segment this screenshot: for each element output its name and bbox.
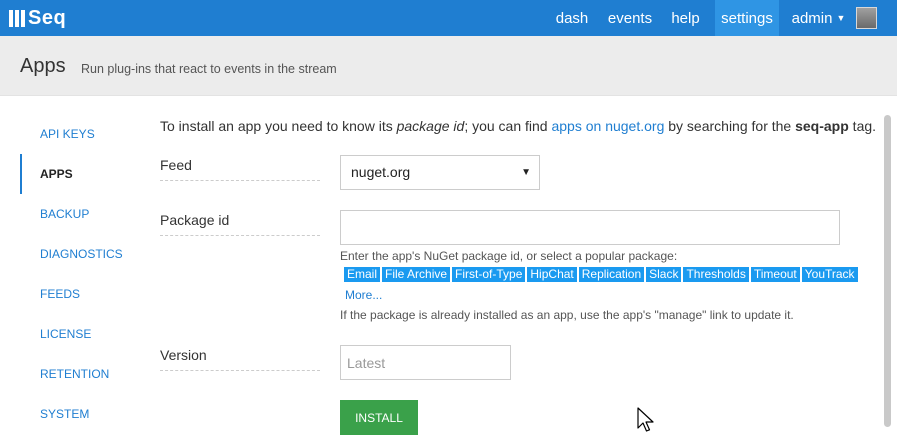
package-tag-hipchat[interactable]: HipChat: [527, 267, 577, 282]
version-label: Version: [160, 346, 320, 371]
intro-text-3: by searching for the: [664, 118, 796, 134]
nav-help[interactable]: help: [662, 0, 709, 36]
feed-label: Feed: [160, 156, 320, 181]
scrollbar[interactable]: [884, 115, 891, 427]
popular-packages: Email File Archive First-of-Type HipChat…: [344, 267, 858, 282]
package-tag-youtrack[interactable]: YouTrack: [801, 267, 858, 282]
nav-admin-menu[interactable]: admin ▼: [786, 0, 851, 36]
sidebar-item-license[interactable]: LICENSE: [20, 314, 140, 354]
avatar[interactable]: [856, 7, 877, 29]
logo-bars-icon: [9, 9, 25, 27]
install-instructions: To install an app you need to know its p…: [160, 117, 876, 135]
more-packages-link[interactable]: More...: [345, 288, 382, 303]
page-title: Apps: [20, 55, 66, 77]
seq-logo[interactable]: Seq: [9, 7, 66, 29]
page-subtitle: Run plug-ins that react to events in the…: [81, 62, 337, 76]
admin-label: admin: [791, 10, 833, 27]
page-header: Apps Run plug-ins that react to events i…: [0, 36, 897, 96]
mouse-cursor-icon: [637, 407, 654, 432]
package-tag-email[interactable]: Email: [344, 267, 381, 282]
package-tag-slack[interactable]: Slack: [646, 267, 682, 282]
package-tag-first-of-type[interactable]: First-of-Type: [452, 267, 526, 282]
caret-down-icon: ▼: [836, 13, 846, 23]
sidebar-item-feeds[interactable]: FEEDS: [20, 274, 140, 314]
nav-events[interactable]: events: [600, 0, 660, 36]
intro-emphasis: package id: [396, 118, 465, 134]
package-tag-replication[interactable]: Replication: [578, 267, 645, 282]
installed-package-note: If the package is already installed as a…: [340, 308, 794, 322]
intro-text-2: ; you can find: [464, 118, 552, 134]
nuget-apps-link[interactable]: apps on nuget.org: [551, 118, 664, 134]
sidebar-item-api-keys[interactable]: API KEYS: [20, 114, 140, 154]
version-input[interactable]: [340, 345, 511, 380]
feed-select[interactable]: nuget.org ▼: [340, 155, 540, 190]
nav-dash[interactable]: dash: [545, 0, 599, 36]
feed-select-value: nuget.org: [351, 164, 411, 180]
package-id-hint: Enter the app's NuGet package id, or sel…: [340, 249, 678, 263]
package-tag-file-archive[interactable]: File Archive: [382, 267, 451, 282]
nav-settings[interactable]: settings: [715, 0, 779, 36]
package-id-input[interactable]: [340, 210, 840, 245]
intro-text-1: To install an app you need to know its: [160, 118, 397, 134]
sidebar-item-backup[interactable]: BACKUP: [20, 194, 140, 234]
logo-text: Seq: [28, 7, 67, 29]
intro-strong: seq-app: [795, 118, 849, 134]
install-button[interactable]: INSTALL: [340, 400, 418, 435]
sidebar-item-diagnostics[interactable]: DIAGNOSTICS: [20, 234, 140, 274]
intro-text-4: tag.: [848, 118, 877, 134]
sidebar-item-retention[interactable]: RETENTION: [20, 354, 140, 394]
chevron-down-icon: ▼: [521, 167, 531, 178]
sidebar-item-apps[interactable]: APPS: [20, 154, 140, 194]
package-tag-timeout[interactable]: Timeout: [750, 267, 800, 282]
top-navbar: Seq dash events help settings admin ▼: [0, 0, 897, 36]
package-id-label: Package id: [160, 211, 320, 236]
package-tag-thresholds[interactable]: Thresholds: [683, 267, 749, 282]
sidebar-item-system[interactable]: SYSTEM: [20, 394, 140, 434]
